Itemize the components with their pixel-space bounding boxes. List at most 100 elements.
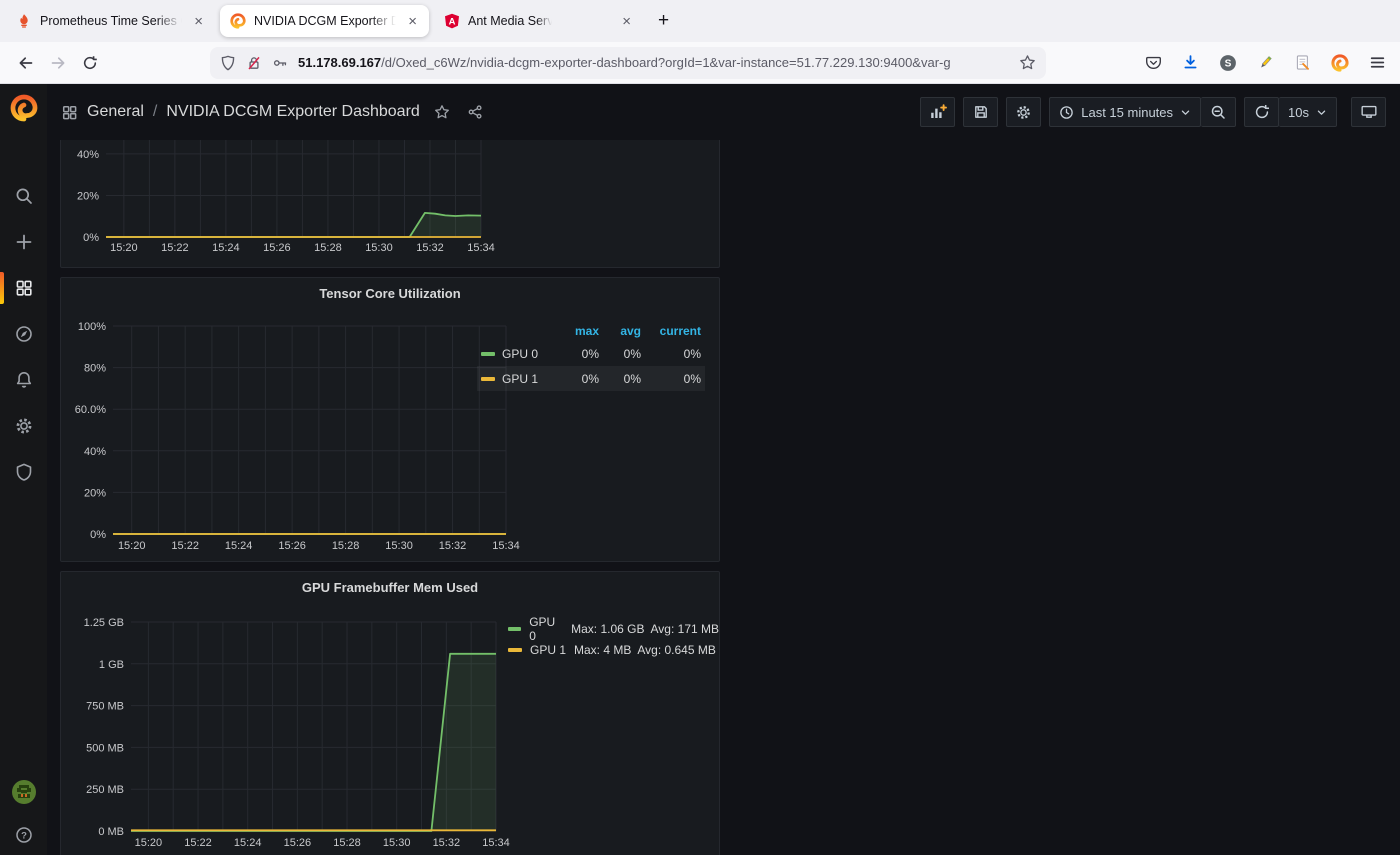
legend-series-name[interactable]: GPU 1 — [481, 372, 557, 386]
search-icon — [14, 186, 34, 206]
legend-header[interactable]: current — [641, 324, 701, 338]
x-axis-tick-label: 15:28 — [314, 242, 342, 254]
kiosk-mode-button[interactable] — [1351, 97, 1386, 127]
y-axis-tick-label: 40% — [84, 446, 106, 458]
panel-tensor-core-utilization[interactable]: Tensor Core Utilization 0%20%40%60.0%80%… — [60, 277, 720, 562]
reload-button[interactable] — [74, 48, 106, 78]
y-axis-tick-label: 750 MB — [86, 701, 124, 713]
sidebar-item-server-admin[interactable] — [0, 449, 47, 495]
key-icon[interactable] — [272, 55, 288, 71]
zoom-out-time-button[interactable] — [1201, 97, 1236, 127]
forward-button[interactable] — [42, 48, 74, 78]
y-axis-tick-label: 250 MB — [86, 784, 124, 796]
legend-series-name: GPU 0 — [529, 615, 563, 643]
panel-gpu-utilization-partial[interactable]: 0%20%40%15:2015:2215:2415:2615:2815:3015… — [60, 140, 720, 268]
x-axis-tick-label: 15:30 — [385, 540, 413, 552]
back-icon — [18, 55, 34, 71]
url-bar[interactable]: 51.178.69.167/d/Oxed_c6Wz/nvidia-dcgm-ex… — [210, 47, 1046, 79]
legend-item[interactable]: GPU 1Max: 4 MB Avg: 0.645 MB — [508, 639, 719, 660]
panel-title[interactable]: Tensor Core Utilization — [61, 286, 719, 301]
url-host: 51.178.69.167 — [298, 55, 381, 70]
new-tab-button[interactable]: + — [648, 8, 679, 34]
apps-grid-icon[interactable] — [61, 104, 78, 121]
time-range-picker[interactable]: Last 15 minutes — [1049, 97, 1201, 127]
legend-header[interactable]: max — [557, 324, 599, 338]
tab-ant-media-server[interactable]: A Ant Media Server × — [434, 5, 643, 37]
download-icon[interactable] — [1182, 54, 1199, 71]
panel-gpu-framebuffer-mem-used[interactable]: GPU Framebuffer Mem Used 0 MB250 MB500 M… — [60, 571, 720, 855]
svg-text:S: S — [1225, 58, 1232, 69]
series-color-swatch — [481, 377, 495, 381]
forward-icon — [50, 55, 66, 71]
legend-header[interactable]: avg — [599, 324, 641, 338]
sidebar-item-search[interactable] — [0, 173, 47, 219]
x-axis-tick-label: 15:30 — [365, 242, 393, 254]
s-extension-icon[interactable]: S — [1219, 54, 1237, 72]
browser-nav-bar: 51.178.69.167/d/Oxed_c6Wz/nvidia-dcgm-ex… — [0, 42, 1400, 84]
sidebar-item-create[interactable] — [0, 219, 47, 265]
pocket-icon[interactable] — [1145, 54, 1162, 71]
pencil-extension-icon[interactable] — [1257, 54, 1274, 71]
dashboard-settings-button[interactable] — [1006, 97, 1041, 127]
sidebar-item-configuration[interactable] — [0, 403, 47, 449]
time-range-label: Last 15 minutes — [1081, 105, 1173, 120]
x-axis-tick-label: 15:24 — [234, 837, 262, 849]
tab-grafana-dashboard[interactable]: NVIDIA DCGM Exporter Dashbo × — [220, 5, 429, 37]
legend-value: 0% — [599, 347, 641, 361]
series-color-swatch — [481, 352, 495, 356]
panel-title[interactable]: GPU Framebuffer Mem Used — [61, 580, 719, 595]
grafana-logo[interactable] — [10, 94, 38, 127]
tracking-shield-icon[interactable] — [220, 55, 236, 71]
timeseries-chart: 0 MB250 MB500 MB750 MB1 GB1.25 GB15:2015… — [61, 572, 719, 855]
dashboard-scroll-area[interactable]: 0% 20% 40% 15:20 15:22 15:24 15:26 15:28 15:30 15… — [47, 140, 1400, 855]
x-axis-tick-label: 15:20 — [135, 837, 163, 849]
legend-series-name[interactable]: GPU 0 — [481, 347, 557, 361]
x-axis-tick-label: 15:34 — [492, 540, 520, 552]
sidebar-item-help[interactable]: ? — [0, 815, 47, 855]
save-dashboard-button[interactable] — [963, 97, 998, 127]
sidebar-item-dashboards[interactable] — [0, 265, 47, 311]
bell-icon — [14, 370, 34, 390]
y-axis-tick-label: 0 MB — [98, 826, 124, 838]
legend-item[interactable]: GPU 0Max: 1.06 GB Avg: 171 MB — [508, 618, 719, 639]
sidebar-item-alerting[interactable] — [0, 357, 47, 403]
back-button[interactable] — [10, 48, 42, 78]
compass-icon — [14, 324, 34, 344]
breadcrumb-folder[interactable]: General — [87, 103, 144, 121]
y-axis-tick-label: 80% — [84, 363, 106, 375]
user-avatar[interactable] — [0, 769, 47, 815]
sidebar-item-explore[interactable] — [0, 311, 47, 357]
y-axis-tick-label: 0% — [83, 232, 99, 244]
nav-extensions-area: S — [1145, 54, 1390, 72]
menu-icon[interactable] — [1369, 54, 1386, 71]
add-panel-button[interactable] — [920, 97, 955, 127]
page-notes-extension-icon[interactable] — [1294, 54, 1311, 71]
reload-icon — [82, 55, 98, 71]
gear-icon — [14, 416, 34, 436]
close-icon[interactable]: × — [618, 12, 635, 31]
close-icon[interactable]: × — [190, 12, 207, 31]
favorite-star-icon[interactable] — [434, 104, 450, 120]
refresh-interval-picker[interactable]: 10s — [1279, 97, 1337, 127]
grafana-sidebar: ? — [0, 84, 47, 855]
close-icon[interactable]: × — [404, 12, 421, 31]
series-area-gpu-0 — [106, 213, 481, 237]
share-icon[interactable] — [467, 104, 483, 120]
grafana-icon — [230, 13, 246, 29]
bookmark-star-icon[interactable] — [1019, 54, 1036, 71]
series-color-swatch — [508, 627, 521, 631]
x-axis-tick-label: 15:22 — [171, 540, 199, 552]
insecure-lock-icon[interactable] — [246, 55, 262, 71]
browser-tab-bar: Prometheus Time Series Collect × NVIDIA … — [0, 0, 1400, 42]
grafana-app: ? General / NVIDIA DCGM Exporter Dashboa… — [0, 84, 1400, 855]
refresh-button[interactable] — [1244, 97, 1279, 127]
y-axis-tick-label: 20% — [77, 190, 99, 202]
timeseries-chart: 0%20%40%15:2015:2215:2415:2615:2815:3015… — [61, 140, 719, 266]
tab-prometheus[interactable]: Prometheus Time Series Collect × — [6, 5, 215, 37]
legend-series-stats: Max: 4 MB Avg: 0.645 MB — [574, 643, 716, 657]
grafana-extension-icon[interactable] — [1331, 54, 1349, 72]
zoom-out-icon — [1210, 104, 1226, 120]
legend-value: 0% — [641, 372, 701, 386]
x-axis-tick-label: 15:26 — [284, 837, 312, 849]
dashboard-header: General / NVIDIA DCGM Exporter Dashboard — [47, 84, 1400, 140]
